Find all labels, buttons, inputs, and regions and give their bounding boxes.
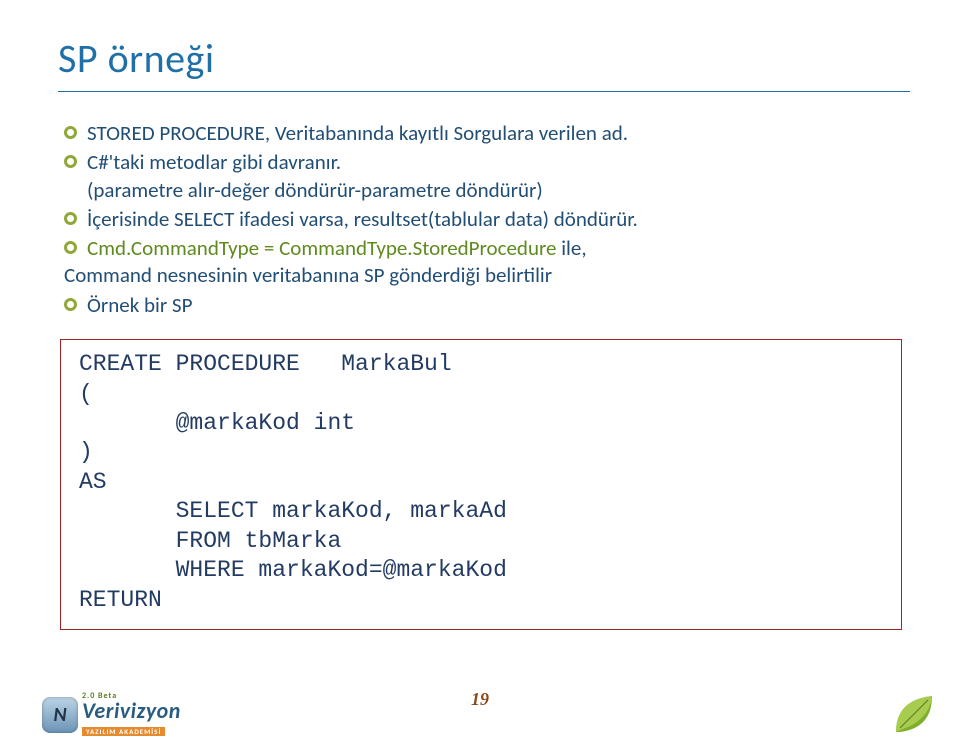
logo-brand: Verivizyon <box>82 700 181 722</box>
brand-logo: N 2.0 Beta Verivizyon YAZILIM AKADEMİSİ <box>42 692 181 738</box>
bullet-text: İçerisinde SELECT ifadesi varsa, results… <box>87 206 638 233</box>
bullet-text: Cmd.CommandType = CommandType.StoredProc… <box>87 235 587 262</box>
bullet-continuation: (parametre alır-değer döndürür-parametre… <box>87 177 543 204</box>
bullet-icon <box>64 211 77 232</box>
logo-badge-icon: N <box>42 697 78 733</box>
bullet-list: STORED PROCEDURE, Veritabanında kayıtlı … <box>58 120 910 319</box>
code-block: CREATE PROCEDURE MarkaBul ( @markaKod in… <box>60 339 902 630</box>
bullet-text: C#'taki metodlar gibi davranır. <box>87 149 341 176</box>
code-inline: Cmd.CommandType = CommandType.StoredProc… <box>87 235 556 261</box>
logo-subtitle: YAZILIM AKADEMİSİ <box>82 727 165 736</box>
bullet-icon <box>64 154 77 175</box>
bullet-icon <box>64 240 77 261</box>
bullet-icon <box>64 125 77 146</box>
leaf-icon <box>892 692 936 736</box>
page-number: 19 <box>471 689 489 710</box>
slide-title: SP örneği <box>58 34 910 92</box>
bullet-text: STORED PROCEDURE, Veritabanında kayıtlı … <box>87 120 628 147</box>
bullet-icon <box>64 297 77 318</box>
bullet-continuation: Command nesnesinin veritabanına SP gönde… <box>64 262 552 289</box>
bullet-text: Örnek bir SP <box>87 292 192 319</box>
